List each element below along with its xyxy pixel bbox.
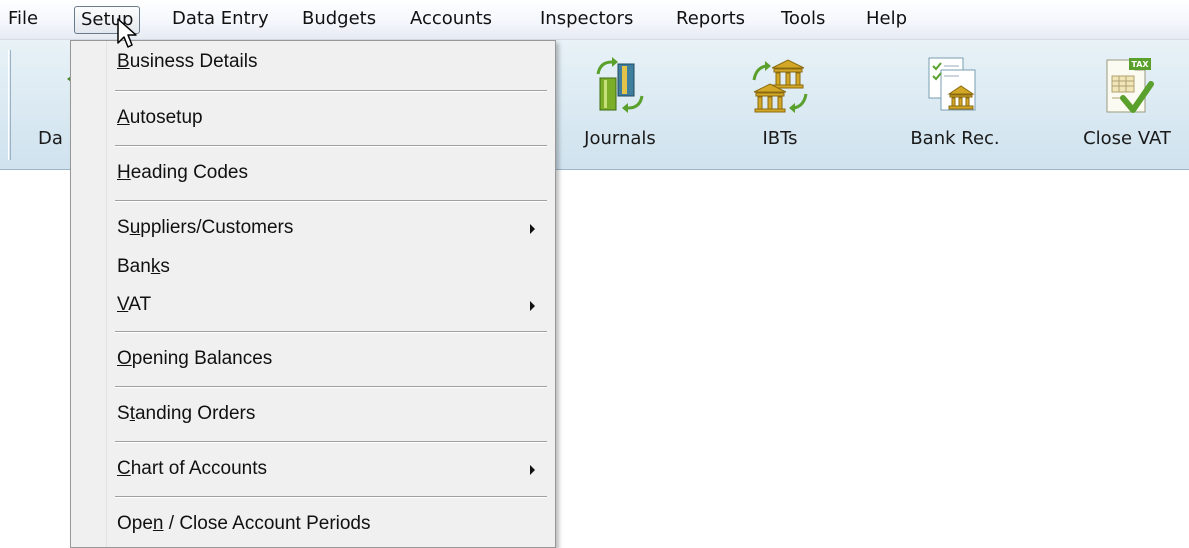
close-vat-icon: TAX [1106,58,1154,113]
menu-help[interactable]: Help [860,6,913,34]
toolbar-button-bank-rec[interactable]: Bank Rec. [890,40,1020,170]
submenu-arrow-icon [530,224,535,234]
menu-item-heading-codes[interactable]: Heading Codes [71,156,555,192]
menu-file[interactable]: File [2,6,44,34]
menu-item-label: Autosetup [117,107,203,128]
menu-item-suppliers-customers[interactable]: Suppliers/Customers [71,211,555,247]
menu-separator [115,145,547,147]
toolbar-button-ibts[interactable]: IBTs [725,40,835,170]
close-vat-label: Close VAT [1083,128,1171,149]
menu-tools[interactable]: Tools [775,6,831,34]
bank-rec-icon [928,57,976,111]
menu-item-vat[interactable]: VAT [71,288,555,324]
menu-separator [115,90,547,92]
menu-item-label: VAT [117,294,152,315]
menu-item-label: Standing Orders [117,403,256,424]
journals-icon [596,57,644,113]
ibts-icon [752,59,808,113]
mouse-cursor-icon [117,18,137,48]
menu-item-label: Opening Balances [117,348,273,369]
menu-item-label: Business Details [117,51,258,72]
menu-item-standing-orders[interactable]: Standing Orders [71,397,555,433]
ibts-label: IBTs [762,128,798,149]
submenu-arrow-icon [530,465,535,475]
menu-budgets[interactable]: Budgets [296,6,382,34]
menu-item-opening-balances[interactable]: Opening Balances [71,342,555,378]
menu-separator [115,200,547,202]
menu-reports[interactable]: Reports [670,6,751,34]
bank-rec-label: Bank Rec. [910,128,1000,149]
menu-bar: File Setup Data Entry Budgets Accounts I… [0,0,1189,40]
menu-separator [115,496,547,498]
menu-item-business-details[interactable]: Business Details [71,45,555,81]
toolbar-button-journals[interactable]: Journals [560,40,680,170]
toolbar-button-close-vat[interactable]: TAX Close VAT [1068,40,1186,170]
setup-menu: Business Details Autosetup Heading Codes… [70,40,556,548]
menu-item-label: Chart of Accounts [117,458,267,479]
menu-data-entry[interactable]: Data Entry [166,6,275,34]
menu-item-label: Open / Close Account Periods [117,513,371,534]
tax-badge-text: TAX [1131,60,1149,69]
submenu-arrow-icon [530,301,535,311]
menu-separator [115,331,547,333]
menu-item-label: Heading Codes [117,162,248,183]
menu-item-banks[interactable]: Banks [71,250,555,286]
journals-label: Journals [584,128,656,149]
toolbar-grip[interactable] [8,50,11,160]
menu-item-label: Banks [117,256,170,277]
menu-separator [115,386,547,388]
menu-item-chart-of-accounts[interactable]: Chart of Accounts [71,452,555,488]
menu-inspectors[interactable]: Inspectors [534,6,639,34]
menu-accounts[interactable]: Accounts [404,6,498,34]
menu-item-autosetup[interactable]: Autosetup [71,101,555,137]
menu-item-label: Suppliers/Customers [117,217,294,238]
menu-item-open-close-periods[interactable]: Open / Close Account Periods [71,507,555,543]
menu-separator [115,441,547,443]
